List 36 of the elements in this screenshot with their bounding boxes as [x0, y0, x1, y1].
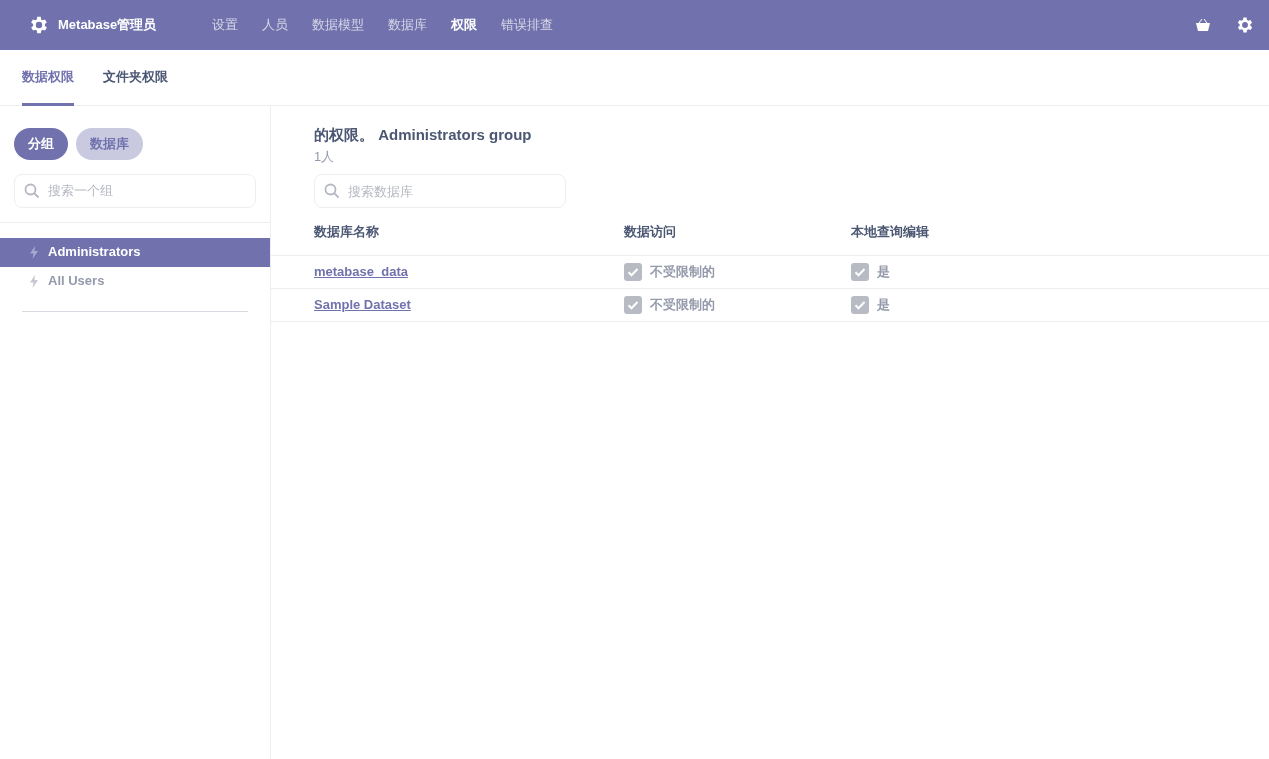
app-title: Metabase管理员	[58, 16, 157, 35]
logo-icon	[28, 14, 50, 36]
search-icon	[24, 182, 40, 199]
column-header: 数据访问	[624, 223, 676, 239]
column-header: 数据库名称	[314, 223, 379, 239]
group-item[interactable]: All Users	[0, 266, 270, 296]
member-count: 1人	[314, 147, 336, 166]
nav-link[interactable]: 数据模型	[312, 15, 365, 35]
permission-value: 不受限制的	[650, 296, 715, 315]
nav-link[interactable]: 权限	[451, 15, 478, 35]
column-header: 本地查询编辑	[851, 223, 929, 239]
toggle-button[interactable]: 分组	[14, 128, 68, 160]
tab[interactable]: 文件夹权限	[103, 50, 168, 106]
nav-link[interactable]: 数据库	[388, 15, 428, 35]
nav-link[interactable]: 设置	[212, 15, 239, 35]
basket-icon[interactable]	[1195, 17, 1211, 33]
check-icon	[624, 263, 642, 281]
permission-value: 不受限制的	[650, 263, 715, 282]
permission-value: 是	[877, 263, 890, 282]
database-link[interactable]: metabase_data	[314, 264, 408, 280]
nav-link[interactable]: 错误排查	[501, 15, 554, 35]
toggle-button[interactable]: 数据库	[76, 128, 143, 160]
bolt-icon	[30, 274, 38, 288]
tab[interactable]: 数据权限	[22, 50, 74, 106]
nav-link[interactable]: 人员	[262, 15, 289, 35]
check-icon	[851, 263, 869, 281]
check-icon	[851, 296, 869, 314]
search-field[interactable]: 搜索数据库	[314, 174, 566, 208]
permission-value: 是	[877, 296, 890, 315]
check-icon	[624, 296, 642, 314]
database-link[interactable]: Sample Dataset	[314, 297, 411, 313]
bolt-icon	[30, 245, 38, 259]
search-icon	[324, 183, 340, 199]
group-item[interactable]: Administrators	[0, 237, 270, 267]
settings-icon[interactable]	[1235, 15, 1255, 35]
page-title: 的权限。 Administrators group	[314, 125, 533, 145]
